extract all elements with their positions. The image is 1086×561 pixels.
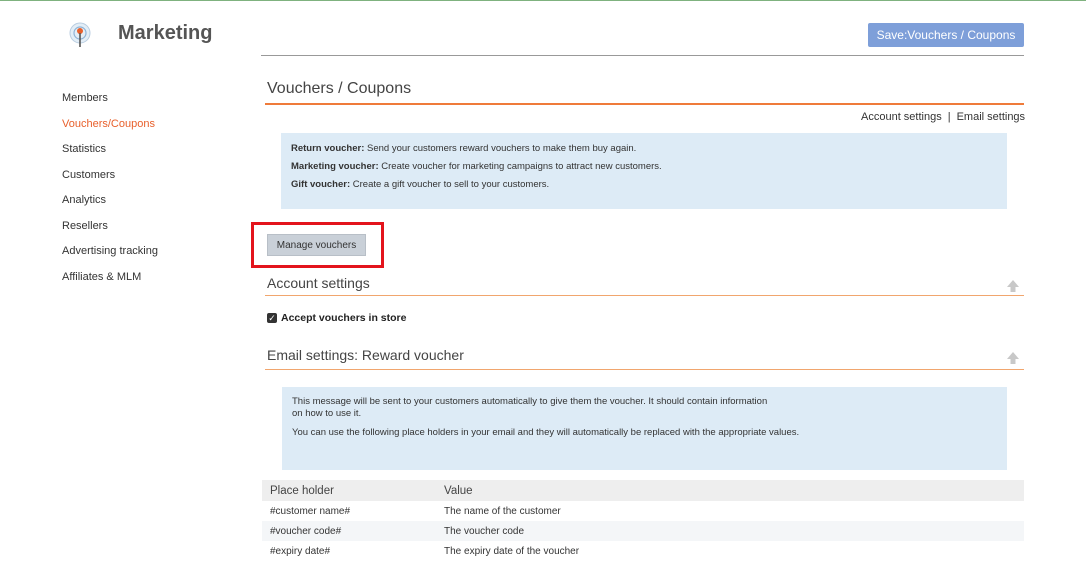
scroll-to-top-icon-2[interactable] xyxy=(1006,351,1020,365)
accept-vouchers-row[interactable]: ✓ Accept vouchers in store xyxy=(267,312,406,324)
app-title: Marketing xyxy=(118,22,213,44)
value-cell: The voucher code xyxy=(444,525,525,537)
table-header-row: Place holder Value xyxy=(262,480,1024,501)
voucher-types-info-box: Return voucher: Send your customers rewa… xyxy=(281,133,1007,209)
table-row: #customer name# The name of the customer xyxy=(262,501,1024,521)
marketing-voucher-line: Marketing voucher: Create voucher for ma… xyxy=(291,161,662,172)
placeholder-cell: #expiry date# xyxy=(270,545,331,557)
marketing-logo-icon xyxy=(68,22,92,48)
email-settings-underline xyxy=(265,369,1024,370)
value-cell: The expiry date of the voucher xyxy=(444,545,580,557)
gift-voucher-line: Gift voucher: Create a gift voucher to s… xyxy=(291,179,550,190)
account-settings-underline xyxy=(265,295,1024,296)
placeholder-cell: #customer name# xyxy=(270,505,351,517)
email-info-box: This message will be sent to your custom… xyxy=(282,387,1007,470)
sidebar-item-members[interactable]: Members xyxy=(62,92,158,118)
table-row: #expiry date# The expiry date of the vou… xyxy=(262,541,1024,561)
save-vouchers-button[interactable]: Save:Vouchers / Coupons xyxy=(868,23,1024,47)
link-separator: | xyxy=(947,111,951,123)
sidebar-item-advertising-tracking[interactable]: Advertising tracking xyxy=(62,245,158,271)
placeholder-table: Place holder Value #customer name# The n… xyxy=(262,480,1024,561)
sidebar-item-vouchers-coupons[interactable]: Vouchers/Coupons xyxy=(62,118,158,144)
email-settings-link[interactable]: Email settings xyxy=(957,111,1025,123)
sidebar-item-analytics[interactable]: Analytics xyxy=(62,194,158,220)
column-header-value: Value xyxy=(444,484,473,497)
accept-vouchers-checkbox[interactable]: ✓ xyxy=(267,313,277,323)
column-header-placeholder: Place holder xyxy=(270,484,334,497)
value-cell: The name of the customer xyxy=(444,505,561,517)
account-settings-heading: Account settings xyxy=(267,275,370,291)
email-info-line-2: You can use the following place holders … xyxy=(292,427,800,438)
sidebar-item-resellers[interactable]: Resellers xyxy=(62,220,158,246)
highlight-box xyxy=(251,222,384,268)
section-links: Account settings | Email settings xyxy=(861,111,1025,123)
header-divider xyxy=(261,55,1024,56)
page-title-underline xyxy=(265,103,1024,105)
page-title: Vouchers / Coupons xyxy=(267,80,412,97)
sidebar-item-statistics[interactable]: Statistics xyxy=(62,143,158,169)
account-settings-link[interactable]: Account settings xyxy=(861,111,942,123)
table-row: #voucher code# The voucher code xyxy=(262,521,1024,541)
sidebar-item-customers[interactable]: Customers xyxy=(62,169,158,195)
email-info-line-1: This message will be sent to your custom… xyxy=(292,396,768,419)
window-top-border xyxy=(0,0,1086,1)
return-voucher-line: Return voucher: Send your customers rewa… xyxy=(291,143,637,154)
scroll-to-top-icon[interactable] xyxy=(1006,279,1020,293)
sidebar-item-affiliates-mlm[interactable]: Affiliates & MLM xyxy=(62,271,158,297)
sidebar-nav: Members Vouchers/Coupons Statistics Cust… xyxy=(62,92,158,296)
placeholder-cell: #voucher code# xyxy=(270,525,342,537)
email-settings-heading: Email settings: Reward voucher xyxy=(267,347,464,363)
accept-vouchers-label: Accept vouchers in store xyxy=(281,312,407,324)
